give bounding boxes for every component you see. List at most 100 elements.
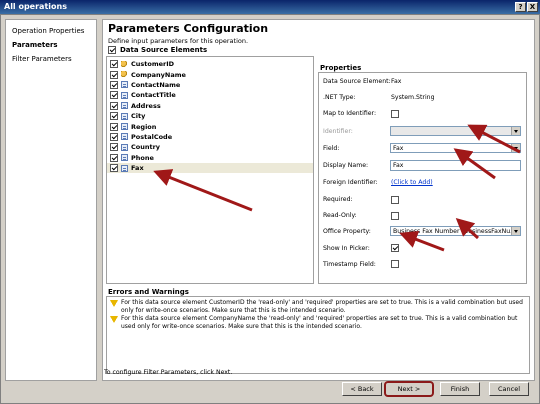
- list-item[interactable]: Phone: [107, 153, 313, 163]
- warning-text: For this data source element CustomerID …: [121, 299, 523, 314]
- warning-icon: [110, 300, 118, 307]
- item-label: PostalCode: [131, 132, 173, 141]
- item-label: ContactName: [131, 80, 181, 89]
- page-description: Define input parameters for this operati…: [108, 37, 249, 45]
- item-label: City: [131, 112, 146, 121]
- field-icon: [121, 81, 128, 89]
- item-label: CustomerID: [131, 60, 175, 69]
- field-select[interactable]: Fax: [390, 143, 521, 153]
- office-property-select[interactable]: Business Fax Number (BusinessFaxNu...: [390, 226, 521, 236]
- net-type-label: .NET Type:: [323, 94, 356, 101]
- item-label: Region: [131, 122, 157, 131]
- item-label: Country: [131, 143, 161, 152]
- errors-header: Errors and Warnings: [108, 288, 189, 296]
- content-pane: Parameters Configuration Define input pa…: [102, 19, 535, 381]
- map-to-identifier-checkbox[interactable]: [391, 110, 399, 118]
- list-item[interactable]: Region: [107, 121, 313, 131]
- nav-item-filter-parameters[interactable]: Filter Parameters: [10, 52, 92, 66]
- item-checkbox[interactable]: [110, 153, 118, 162]
- required-label: Required:: [323, 196, 353, 203]
- item-label: Phone: [131, 153, 154, 162]
- field-icon: [121, 143, 128, 151]
- wizard-nav: Operation Properties Parameters Filter P…: [5, 19, 97, 381]
- required-checkbox[interactable]: [391, 196, 399, 204]
- field-icon: [121, 154, 128, 162]
- item-checkbox[interactable]: [110, 112, 118, 121]
- wizard-window: Operation Properties Parameters Filter P…: [0, 14, 540, 404]
- help-button[interactable]: ?: [515, 2, 526, 12]
- cancel-button[interactable]: Cancel: [489, 382, 529, 396]
- field-icon: [121, 123, 128, 131]
- list-item[interactable]: Country: [107, 142, 313, 152]
- warning-item: For this data source element CustomerID …: [110, 299, 526, 314]
- item-checkbox[interactable]: [110, 132, 118, 141]
- key-icon: [121, 71, 128, 79]
- field-icon: [121, 102, 128, 110]
- list-item[interactable]: PostalCode: [107, 132, 313, 142]
- field-icon: [121, 112, 128, 120]
- item-checkbox[interactable]: [110, 122, 118, 131]
- data-source-header-label: Data Source Elements: [120, 46, 208, 54]
- properties-header: Properties: [320, 64, 362, 72]
- office-property-label: Office Property:: [323, 228, 371, 235]
- net-type-value: System.String: [391, 94, 435, 101]
- nav-item-operation-properties[interactable]: Operation Properties: [10, 24, 92, 38]
- item-checkbox[interactable]: [110, 60, 118, 69]
- item-checkbox[interactable]: [110, 80, 118, 89]
- item-checkbox[interactable]: [110, 164, 118, 173]
- foreign-identifier-label: Foreign Identifier:: [323, 179, 378, 186]
- read-only-checkbox[interactable]: [391, 212, 399, 220]
- item-label: Address: [131, 101, 161, 110]
- back-button[interactable]: < Back: [342, 382, 382, 396]
- show-in-picker-checkbox[interactable]: [391, 244, 399, 252]
- data-source-header: Data Source Elements: [108, 46, 207, 54]
- field-icon: [121, 164, 128, 172]
- title-bar: All operations ? X: [0, 0, 540, 14]
- item-label: Fax: [131, 164, 144, 173]
- show-in-picker-label: Show In Picker:: [323, 245, 370, 252]
- chevron-down-icon: [511, 127, 520, 135]
- item-checkbox[interactable]: [110, 91, 118, 100]
- identifier-label: Identifier:: [323, 128, 353, 135]
- data-source-element-value: Fax: [391, 78, 402, 85]
- office-property-value: Business Fax Number (BusinessFaxNu...: [393, 228, 517, 235]
- list-item[interactable]: CompanyName: [107, 69, 313, 79]
- list-item[interactable]: City: [107, 111, 313, 121]
- list-item[interactable]: ContactName: [107, 80, 313, 90]
- footer-note: To configure Filter Parameters, click Ne…: [104, 369, 233, 376]
- item-checkbox[interactable]: [110, 101, 118, 110]
- list-item[interactable]: CustomerID: [107, 59, 313, 69]
- select-all-checkbox[interactable]: [108, 46, 116, 54]
- warning-item: For this data source element CompanyName…: [110, 315, 526, 330]
- field-icon: [121, 91, 128, 99]
- nav-item-parameters[interactable]: Parameters: [10, 38, 92, 52]
- warning-icon: [110, 316, 118, 324]
- field-icon: [121, 133, 128, 141]
- display-name-label: Display Name:: [323, 162, 369, 169]
- field-label: Field:: [323, 145, 340, 152]
- finish-button[interactable]: Finish: [440, 382, 480, 396]
- properties-panel: Data Source Element: Fax .NET Type: Syst…: [318, 72, 527, 284]
- display-name-input[interactable]: Fax: [390, 160, 521, 171]
- window-title: All operations: [4, 2, 67, 11]
- item-label: CompanyName: [131, 70, 186, 79]
- close-button[interactable]: X: [527, 2, 538, 12]
- next-button[interactable]: Next >: [384, 381, 434, 397]
- data-source-list: CustomerID CompanyName ContactName Conta…: [106, 56, 314, 284]
- item-label: ContactTitle: [131, 91, 176, 100]
- timestamp-field-checkbox[interactable]: [391, 260, 399, 268]
- item-checkbox[interactable]: [110, 143, 118, 152]
- chevron-down-icon: [511, 144, 520, 152]
- chevron-down-icon: [511, 227, 520, 235]
- list-item[interactable]: ContactTitle: [107, 90, 313, 100]
- field-select-value: Fax: [393, 145, 404, 152]
- warning-text: For this data source element CompanyName…: [121, 315, 518, 330]
- map-to-identifier-label: Map to Identifier:: [323, 110, 377, 117]
- key-icon: [121, 60, 128, 68]
- list-item[interactable]: Address: [107, 101, 313, 111]
- data-source-element-label: Data Source Element:: [323, 78, 391, 85]
- list-item-selected[interactable]: Fax: [107, 162, 313, 174]
- foreign-identifier-link[interactable]: (Click to Add): [391, 179, 433, 186]
- item-checkbox[interactable]: [110, 70, 118, 79]
- errors-panel: For this data source element CustomerID …: [106, 296, 530, 374]
